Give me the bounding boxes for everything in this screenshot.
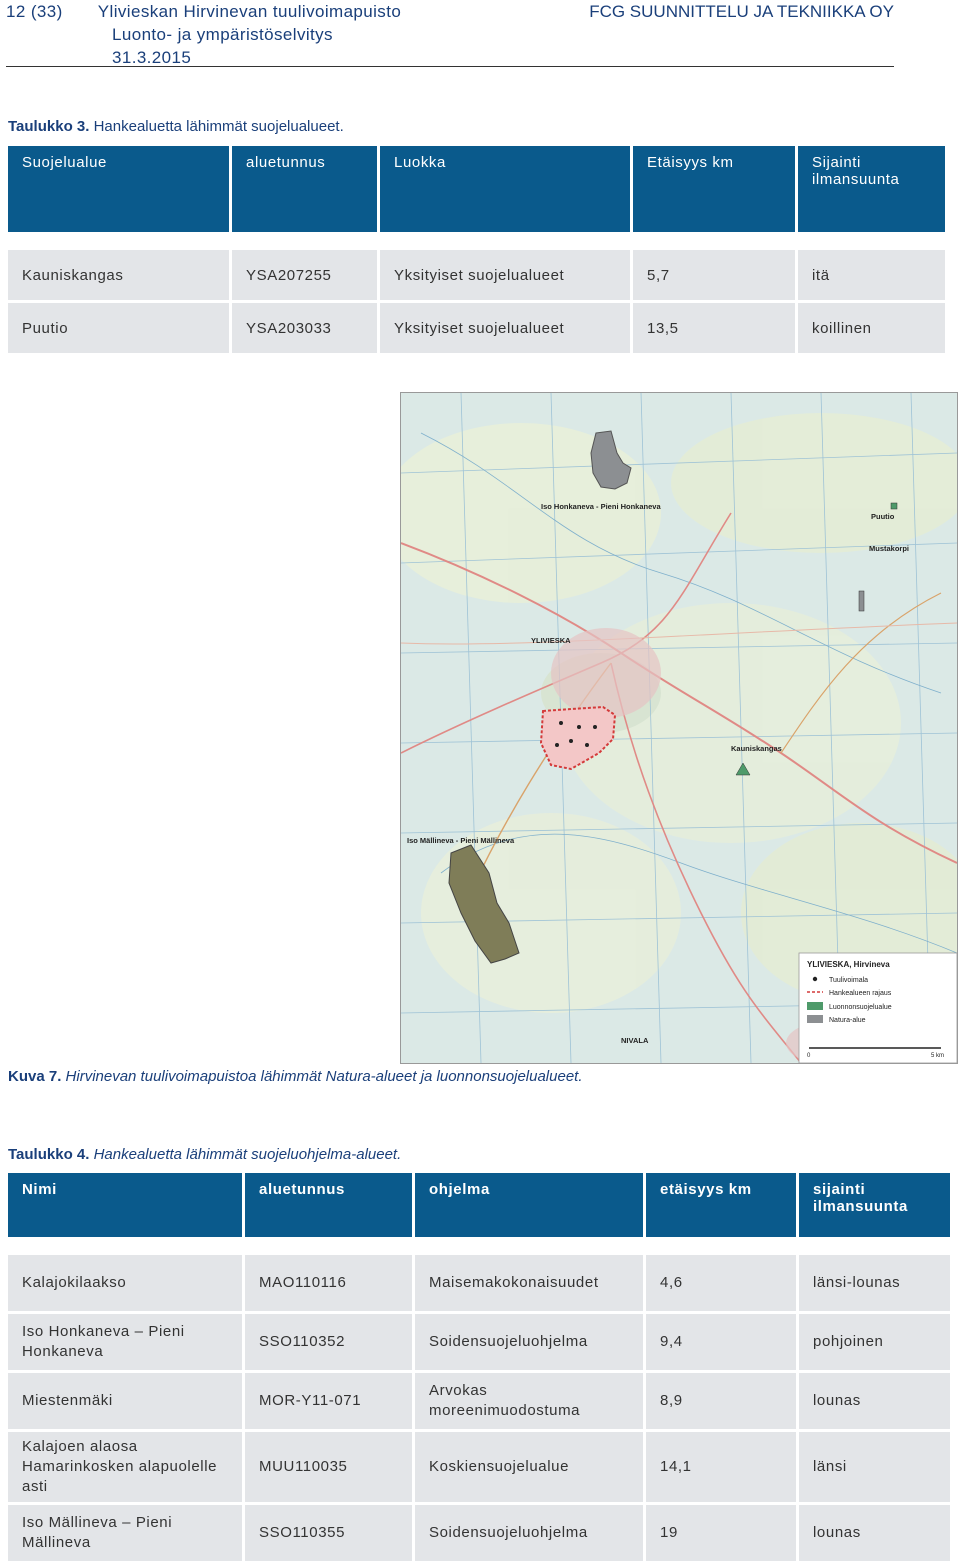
table3-caption-text: Hankealuetta lähimmät suojelualueet.	[93, 118, 344, 135]
table-row: Puutio YSA203033 Yksityiset suojelualuee…	[8, 303, 945, 353]
label-ylivieska: YLIVIESKA	[531, 636, 571, 645]
col-header-direction: Sijainti ilmansuunta	[798, 146, 945, 232]
document-title: Ylivieskan Hirvinevan tuulivoimapuisto	[97, 2, 402, 21]
protection-programme-table: Nimi aluetunnus ohjelma etäisyys km sija…	[5, 1170, 953, 1564]
cell-direction: länsi-lounas	[799, 1255, 950, 1311]
table-header-row: Nimi aluetunnus ohjelma etäisyys km sija…	[8, 1173, 950, 1237]
cell-distance: 14,1	[646, 1432, 796, 1502]
col-header-class: Luokka	[380, 146, 630, 232]
page-header: 12 (33) Ylivieskan Hirvinevan tuulivoima…	[6, 0, 894, 67]
table4-caption-text: Hankealuetta lähimmät suojeluohjelma-alu…	[93, 1146, 402, 1163]
cell-name: Iso Honkaneva – Pieni Honkaneva	[8, 1314, 242, 1370]
cell-distance: 13,5	[633, 303, 795, 353]
label-mallineva: Iso Mällineva - Pieni Mällineva	[407, 836, 515, 845]
legend-item-protection: Luonnonsuojelualue	[829, 1004, 892, 1011]
cell-name: Iso Mällineva – Pieni Mällineva	[8, 1505, 242, 1561]
legend-turbine-symbol	[812, 976, 818, 982]
col-header-name: Nimi	[8, 1173, 242, 1237]
col-header-code: aluetunnus	[245, 1173, 412, 1237]
label-puutio: Puutio	[871, 512, 895, 521]
col-header-code: aluetunnus	[232, 146, 377, 232]
cell-distance: 5,7	[633, 250, 795, 300]
col-header-direction: sijainti ilmansuunta	[799, 1173, 950, 1237]
table-row: Kalajokilaakso MAO110116 Maisemakokonais…	[8, 1255, 950, 1311]
cell-code: MOR-Y11-071	[245, 1373, 412, 1429]
map-legend: YLIVIESKA, Hirvineva Tuulivoimala Hankea…	[798, 952, 957, 1063]
table4-caption-label: Taulukko 4.	[8, 1146, 90, 1163]
col-header-distance: etäisyys km	[646, 1173, 796, 1237]
header-spacer	[8, 235, 945, 247]
legend-title: YLIVIESKA, Hirvineva	[807, 960, 890, 969]
cell-distance: 19	[646, 1505, 796, 1561]
cell-code: SSO110352	[245, 1314, 412, 1370]
cell-code: MUU110035	[245, 1432, 412, 1502]
label-nivala: NIVALA	[621, 1036, 649, 1045]
legend-scale-end: 5 km	[931, 1053, 944, 1059]
natura-area-mustakorpi	[858, 590, 865, 612]
cell-name: Kalajoen alaosa Hamarinkosken alapuolell…	[8, 1432, 242, 1502]
cell-name: Kalajokilaakso	[8, 1255, 242, 1311]
protection-area-puutio	[890, 502, 898, 510]
cell-programme: Soidensuojeluohjelma	[415, 1314, 643, 1370]
cell-code: YSA203033	[232, 303, 377, 353]
label-mustakorpi: Mustakorpi	[869, 544, 909, 553]
cell-programme: Soidensuojeluohjelma	[415, 1505, 643, 1561]
protected-areas-table: Suojelualue aluetunnus Luokka Etäisyys k…	[5, 143, 948, 356]
cell-code: SSO110355	[245, 1505, 412, 1561]
cell-programme: Arvokas moreenimuodostuma	[415, 1373, 643, 1429]
table-row: Kalajoen alaosa Hamarinkosken alapuolell…	[8, 1432, 950, 1502]
cell-direction: lounas	[799, 1505, 950, 1561]
legend-natura-symbol	[807, 1015, 823, 1023]
cell-area: Kauniskangas	[8, 250, 229, 300]
label-honkaneva-text: Iso Honkaneva - Pieni Honkaneva	[541, 502, 661, 511]
table-header-row: Suojelualue aluetunnus Luokka Etäisyys k…	[8, 146, 945, 232]
figure-caption: Kuva 7. Hirvinevan tuulivoimapuistoa läh…	[8, 1068, 583, 1085]
cell-direction: länsi	[799, 1432, 950, 1502]
header-left: 12 (33) Ylivieskan Hirvinevan tuulivoima…	[6, 0, 401, 69]
cell-distance: 8,9	[646, 1373, 796, 1429]
col-header-distance: Etäisyys km	[633, 146, 795, 232]
legend-item-turbine: Tuulivoimala	[829, 977, 868, 984]
cell-class: Yksityiset suojelualueet	[380, 303, 630, 353]
table3-caption: Taulukko 3. Hankealuetta lähimmät suojel…	[8, 118, 344, 135]
legend-item-natura: Natura-alue	[829, 1017, 866, 1024]
figure-caption-label: Kuva 7.	[8, 1068, 62, 1085]
col-header-area: Suojelualue	[8, 146, 229, 232]
cell-code: YSA207255	[232, 250, 377, 300]
cell-programme: Maisemakokonaisuudet	[415, 1255, 643, 1311]
figure-caption-text: Hirvinevan tuulivoimapuistoa lähimmät Na…	[65, 1068, 583, 1085]
table-row: Kauniskangas YSA207255 Yksityiset suojel…	[8, 250, 945, 300]
legend-protection-symbol	[807, 1002, 823, 1010]
cell-direction: lounas	[799, 1373, 950, 1429]
document-date: 31.3.2015	[112, 48, 192, 67]
table-row: Miestenmäki MOR-Y11-071 Arvokas moreenim…	[8, 1373, 950, 1429]
document-subtitle: Luonto- ja ympäristöselvitys	[112, 25, 333, 44]
cell-distance: 9,4	[646, 1314, 796, 1370]
company-name: FCG SUUNNITTELU JA TEKNIIKKA OY	[589, 2, 894, 21]
protected-areas-map: Iso Honkaneva - Pieni Honkaneva Puutio M…	[400, 392, 958, 1064]
page-number: 12 (33)	[6, 2, 63, 21]
table-row: Iso Honkaneva – Pieni Honkaneva SSO11035…	[8, 1314, 950, 1370]
cell-direction: itä	[798, 250, 945, 300]
cell-distance: 4,6	[646, 1255, 796, 1311]
header-spacer	[8, 1240, 950, 1252]
cell-direction: pohjoinen	[799, 1314, 950, 1370]
legend-item-boundary: Hankealueen rajaus	[829, 990, 892, 997]
cell-programme: Koskiensuojelualue	[415, 1432, 643, 1502]
label-kauniskangas: Kauniskangas	[731, 744, 782, 753]
cell-direction: koillinen	[798, 303, 945, 353]
cell-name: Miestenmäki	[8, 1373, 242, 1429]
label-honkaneva: Iso Honkaneva - Pieni Honkaneva	[541, 502, 661, 511]
cell-code: MAO110116	[245, 1255, 412, 1311]
table-row: Iso Mällineva – Pieni Mällineva SSO11035…	[8, 1505, 950, 1561]
col-header-programme: ohjelma	[415, 1173, 643, 1237]
cell-area: Puutio	[8, 303, 229, 353]
cell-class: Yksityiset suojelualueet	[380, 250, 630, 300]
table4-caption: Taulukko 4. Hankealuetta lähimmät suojel…	[8, 1146, 401, 1163]
table3-caption-label: Taulukko 3.	[8, 118, 90, 135]
